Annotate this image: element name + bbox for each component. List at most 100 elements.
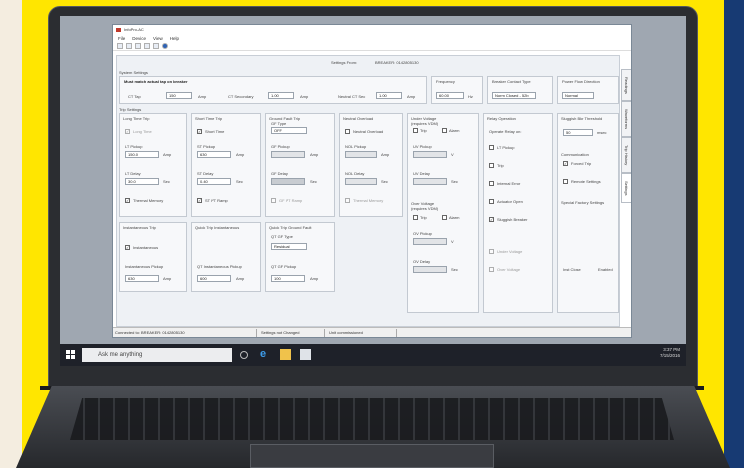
qt-gf-type-select[interactable]: Residual xyxy=(271,243,307,250)
sluggish-input[interactable]: 50 xyxy=(563,129,593,136)
relay-undervoltage-checkbox[interactable] xyxy=(489,249,494,254)
relay-lt-pickup-checkbox[interactable] xyxy=(489,145,494,150)
thermal-memory-checkbox[interactable] xyxy=(125,198,130,203)
lt-delay-input[interactable]: 30.0 xyxy=(125,178,159,185)
remote-settings-checkbox[interactable] xyxy=(563,179,568,184)
relay-overvoltage-checkbox[interactable] xyxy=(489,267,494,272)
open-icon[interactable] xyxy=(117,43,123,49)
inst-pickup-label: Instantaneous Pickup xyxy=(125,264,164,269)
gf-type-select[interactable]: OFF xyxy=(271,127,307,134)
download-icon[interactable] xyxy=(153,43,159,49)
file-explorer-icon[interactable] xyxy=(280,349,291,360)
uv-alarm-checkbox[interactable] xyxy=(442,128,447,133)
neutral-overload-checkbox[interactable] xyxy=(345,129,350,134)
ov-trip-checkbox[interactable] xyxy=(413,215,418,220)
nol-thermal-checkbox[interactable] xyxy=(345,198,350,203)
st-ramp-checkbox[interactable] xyxy=(197,198,202,203)
relay-actuator-label: Actuator Open xyxy=(497,199,523,204)
tab-trip-history[interactable]: Trip History xyxy=(621,137,631,173)
st-delay-select[interactable]: 0.40 xyxy=(197,178,231,185)
nol-pickup-unit: Amp xyxy=(381,152,390,157)
vertical-tabs: Settings Trip History Waveforms Readings xyxy=(621,55,631,327)
factory-settings-title: Special Factory Settings xyxy=(561,200,605,205)
lt-pickup-label: LT Pickup xyxy=(125,144,143,149)
menu-view[interactable]: View xyxy=(153,36,163,41)
ct-tap-input[interactable]: 150 xyxy=(166,92,192,99)
relay-internal-error-checkbox[interactable] xyxy=(489,181,494,186)
inst-pickup-unit: Amp xyxy=(163,276,172,281)
relay-title: Relay Operation xyxy=(487,116,516,121)
task-view-icon[interactable] xyxy=(240,351,248,359)
refresh-icon[interactable] xyxy=(144,43,150,49)
ov-pickup-input[interactable] xyxy=(413,238,447,245)
window-title: InfoPro-AC xyxy=(124,27,144,32)
uv-trip-checkbox[interactable] xyxy=(413,128,418,133)
long-time-checkbox[interactable] xyxy=(125,129,130,134)
gf-delay-label: GF Delay xyxy=(271,171,288,176)
gf-pickup-input[interactable] xyxy=(271,151,305,158)
relay-trip-checkbox[interactable] xyxy=(489,163,494,168)
tab-readings[interactable]: Readings xyxy=(621,69,631,101)
uv-pickup-unit: V xyxy=(451,152,454,157)
st-pickup-input[interactable]: 630 xyxy=(197,151,231,158)
qt-pickup-input[interactable]: 600 xyxy=(197,275,231,282)
st-ramp-label: ST I²T Ramp xyxy=(205,198,228,203)
edge-icon[interactable]: e xyxy=(260,349,271,360)
power-flow-label: Power Flow Direction xyxy=(562,79,600,84)
uv-trip-label: Trip xyxy=(420,128,427,133)
uv-delay-input[interactable] xyxy=(413,178,447,185)
gf-ramp-checkbox[interactable] xyxy=(271,198,276,203)
qt-gf-pickup-input[interactable]: 100 xyxy=(271,275,305,282)
status-bar: Connected to: BREAKER: 0142805130 Settin… xyxy=(113,327,631,337)
tab-waveforms[interactable]: Waveforms xyxy=(621,101,631,137)
system-settings-title: System Settings xyxy=(119,70,148,75)
forced-trip-checkbox[interactable] xyxy=(563,161,568,166)
relay-undervoltage-label: Under Voltage xyxy=(497,249,523,254)
status-settings: Settings not Changed xyxy=(259,329,325,337)
background-right xyxy=(724,0,744,468)
ct-secondary-input[interactable]: 1.00 xyxy=(268,92,294,99)
frequency-input[interactable]: 60.00 xyxy=(436,92,464,99)
title-bar: InfoPro-AC xyxy=(113,25,631,34)
inst-pickup-input[interactable]: 630 xyxy=(125,275,159,282)
trip-settings-title: Trip Settings xyxy=(119,107,142,112)
ov-delay-input[interactable] xyxy=(413,266,447,273)
instantaneous-label: Instantaneous xyxy=(133,245,159,250)
nol-pickup-input[interactable] xyxy=(345,151,377,158)
ov-pickup-label: OV Pickup xyxy=(413,231,432,236)
menu-help[interactable]: Help xyxy=(170,36,179,41)
instantaneous-checkbox[interactable] xyxy=(125,245,130,250)
nol-delay-input[interactable] xyxy=(345,178,377,185)
qt-gf-type-label: QT GF Type xyxy=(271,234,293,239)
contact-select[interactable]: Norm Closed - 52b xyxy=(492,92,536,99)
lt-pickup-input[interactable]: 150.0 xyxy=(125,151,159,158)
gf-delay-select[interactable] xyxy=(271,178,305,185)
start-icon[interactable] xyxy=(66,350,75,359)
neutral-ct-input[interactable]: 1.00 xyxy=(376,92,402,99)
print-icon[interactable] xyxy=(135,43,141,49)
ground-fault-box: Ground Fault Trip GF Type OFF GF Pickup … xyxy=(265,113,335,217)
long-time-title: Long Time Trip xyxy=(123,116,150,121)
relay-sluggish-checkbox[interactable] xyxy=(489,217,494,222)
help-icon[interactable] xyxy=(162,43,168,49)
gf-pickup-label: GF Pickup xyxy=(271,144,290,149)
tab-settings[interactable]: Settings xyxy=(621,173,631,203)
quick-gf-title: Quick Trip Ground Fault xyxy=(269,225,312,230)
power-flow-select[interactable]: Normal xyxy=(562,92,594,99)
uv-delay-label: UV Delay xyxy=(413,171,430,176)
uv-pickup-input[interactable] xyxy=(413,151,447,158)
search-box[interactable]: Ask me anything xyxy=(82,348,232,362)
short-time-label: Short Time xyxy=(205,129,225,134)
ct-secondary-label: CT Secondary xyxy=(228,94,254,99)
save-icon[interactable] xyxy=(126,43,132,49)
menu-file[interactable]: File xyxy=(118,36,125,41)
store-icon[interactable] xyxy=(300,349,311,360)
ov-alarm-checkbox[interactable] xyxy=(442,215,447,220)
settings-from-value: BREAKER: 0142805130 xyxy=(375,60,419,65)
short-time-checkbox[interactable] xyxy=(197,129,202,134)
toolbar xyxy=(113,42,631,51)
relay-actuator-checkbox[interactable] xyxy=(489,199,494,204)
gf-pickup-unit: Amp xyxy=(310,152,319,157)
menu-device[interactable]: Device xyxy=(132,36,146,41)
system-box: Must match actual tap on breaker CT Tap … xyxy=(119,76,427,104)
